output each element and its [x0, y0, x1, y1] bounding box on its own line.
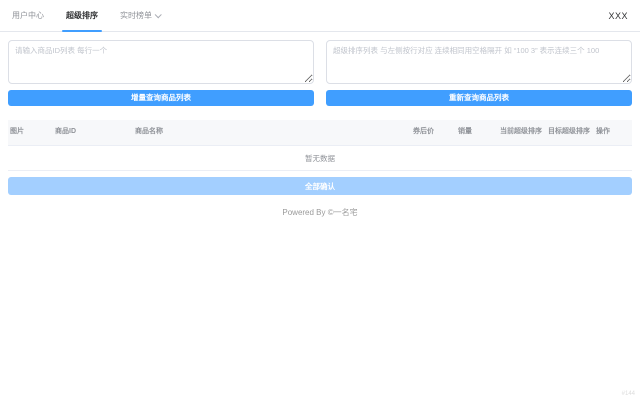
- tab-super-sort[interactable]: 超级排序: [62, 0, 102, 32]
- query-buttons-row: 增量查询商品列表 重新查询商品列表: [0, 90, 640, 106]
- header-operation: 操作: [596, 128, 610, 136]
- tab-super-sort-label: 超级排序: [66, 11, 98, 20]
- empty-text: 暂无数据: [305, 153, 335, 163]
- super-sort-list-input[interactable]: [326, 40, 632, 84]
- header-image: 图片: [10, 128, 24, 136]
- active-tab-underline: [62, 29, 102, 32]
- top-nav: 用户中心 超级排序 实时榜单 XXX: [0, 0, 640, 32]
- user-name: XXX: [608, 10, 628, 21]
- input-row: [0, 40, 640, 84]
- table-header-row: 图片 商品ID 商品名称 券后价 销量 当前超级排序 目标超级排序 操作: [8, 120, 632, 146]
- chevron-down-icon: [154, 11, 162, 19]
- tab-realtime-ranking[interactable]: 实时榜单: [120, 0, 162, 32]
- tab-user-center-label: 用户中心: [12, 11, 44, 20]
- powered-by-text: Powered By ©一名宅: [282, 208, 358, 217]
- header-target-super-sort: 目标超级排序: [548, 128, 590, 136]
- header-product-id: 商品ID: [55, 128, 76, 136]
- product-id-list-input[interactable]: [8, 40, 314, 84]
- requery-button[interactable]: 重新查询商品列表: [326, 90, 632, 106]
- tab-user-center[interactable]: 用户中心: [12, 0, 44, 32]
- confirm-all-button[interactable]: 全部确认: [8, 177, 632, 195]
- corner-watermark: #144: [621, 391, 635, 397]
- tab-realtime-ranking-label: 实时榜单: [120, 11, 152, 20]
- product-table: 图片 商品ID 商品名称 券后价 销量 当前超级排序 目标超级排序 操作 暂无数…: [8, 120, 632, 171]
- header-product-name: 商品名称: [135, 128, 163, 136]
- table-empty-state: 暂无数据: [8, 146, 632, 171]
- header-current-super-sort: 当前超级排序: [500, 128, 542, 136]
- header-sales: 销量: [458, 128, 472, 136]
- incremental-query-button[interactable]: 增量查询商品列表: [8, 90, 314, 106]
- header-coupon-price: 券后价: [413, 128, 434, 136]
